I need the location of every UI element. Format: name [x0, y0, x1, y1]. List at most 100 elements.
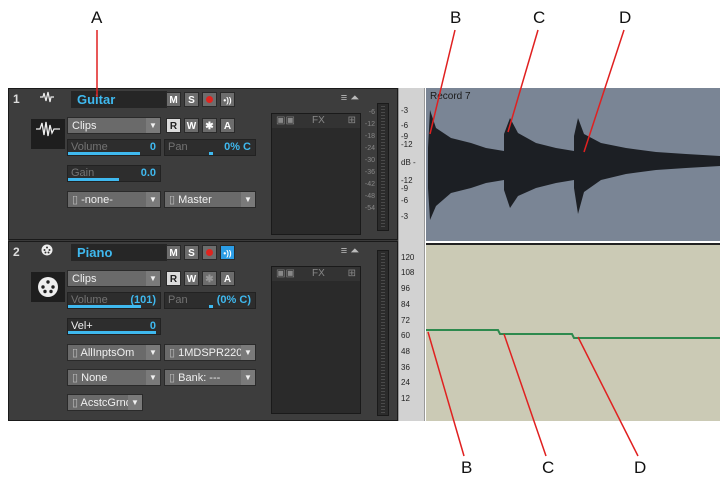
track-menu-icon[interactable]: ≡ ⏶: [341, 245, 359, 258]
fx-bin[interactable]: ▣▣ FX ⊞: [271, 266, 361, 414]
write-automation-button[interactable]: W: [184, 271, 199, 286]
vertical-ruler: -3 -6 -9 -12 dB - -12 -9 -6 -3 120 108 9…: [398, 88, 425, 421]
pan-value: 0% C: [224, 141, 251, 153]
meter-tick: -30: [364, 157, 375, 164]
input-echo-button[interactable]: •)): [220, 245, 235, 260]
ruler-label: 24: [401, 378, 410, 387]
chevron-down-icon: ▼: [146, 118, 160, 133]
solo-button[interactable]: S: [184, 245, 199, 260]
ruler-label: -12: [401, 140, 413, 149]
solo-button[interactable]: S: [184, 92, 199, 107]
pan-slider[interactable]: Pan 0% C: [164, 139, 256, 156]
chevron-down-icon: ▼: [241, 370, 255, 385]
output-icon: ▯: [169, 194, 176, 206]
meter-tick: -48: [364, 193, 375, 200]
freeze-button[interactable]: ✱: [202, 271, 217, 286]
audio-track-icon: [31, 119, 65, 149]
bank-icon: ▯: [169, 372, 176, 384]
input-echo-button[interactable]: •)): [220, 92, 235, 107]
output-dropdown[interactable]: ▯ Master ▼: [164, 191, 256, 208]
archive-button[interactable]: A: [220, 118, 235, 133]
track-number: 1: [13, 92, 20, 106]
ruler-label: 96: [401, 284, 410, 293]
input-dropdown[interactable]: ▯ AllInptsOm ▼: [67, 344, 161, 361]
chevron-down-icon: ▼: [146, 345, 160, 360]
midi-clip[interactable]: [426, 243, 720, 421]
meter-scale: -6 -12 -18 -24 -30 -36 -42 -48 -54: [361, 107, 375, 215]
volume-fill: [68, 152, 140, 155]
fx-header: ▣▣ FX ⊞: [272, 267, 360, 281]
audio-waveform: [428, 110, 720, 220]
clips-dropdown[interactable]: Clips ▼: [67, 117, 161, 134]
track-number: 2: [13, 245, 20, 259]
volume-fill: [68, 305, 141, 308]
read-automation-button[interactable]: R: [166, 118, 181, 133]
mute-button[interactable]: M: [166, 92, 181, 107]
ruler-label: 48: [401, 347, 410, 356]
patch-dropdown[interactable]: ▯ AcstcGrndP ▼: [67, 394, 143, 411]
freeze-button[interactable]: ✱: [202, 118, 217, 133]
audio-clip[interactable]: Record 7: [426, 88, 720, 241]
fx-add-icon[interactable]: ⊞: [348, 267, 356, 281]
channel-value: None: [81, 372, 108, 384]
meter-tick: -24: [364, 145, 375, 152]
clips-dropdown[interactable]: Clips ▼: [67, 270, 161, 287]
track-name[interactable]: Piano: [71, 244, 167, 261]
chevron-down-icon: ▼: [241, 345, 255, 360]
callout-d-bottom: D: [634, 458, 647, 477]
record-arm-button[interactable]: [202, 92, 217, 107]
bank-dropdown[interactable]: ▯ Bank: --- ▼: [164, 369, 256, 386]
ruler-label: 72: [401, 316, 410, 325]
fx-bin[interactable]: ▣▣ FX ⊞: [271, 113, 361, 235]
gain-slider[interactable]: Gain 0.0: [67, 165, 161, 182]
meter-tick: -12: [364, 121, 375, 128]
output-dropdown[interactable]: ▯ 1MDSPR220 ▼: [164, 344, 256, 361]
chevron-down-icon: ▼: [146, 271, 160, 286]
gain-fill: [68, 178, 119, 181]
audio-waveform-icon: [39, 91, 55, 105]
patch-icon: ▯: [72, 397, 79, 409]
fx-bypass-icon[interactable]: ▣▣: [276, 267, 295, 281]
ruler-label: 12: [401, 394, 410, 403]
ruler-label: -6: [401, 121, 409, 130]
track-name[interactable]: Guitar: [71, 91, 167, 108]
write-automation-button[interactable]: W: [184, 118, 199, 133]
ruler-label: -3: [401, 106, 409, 115]
read-automation-button[interactable]: R: [166, 271, 181, 286]
track-2[interactable]: 2 Piano M S •)) ≡ ⏶ Clips ▼ R W ✱ A Volu…: [8, 241, 398, 421]
volume-value: 0: [149, 141, 156, 153]
record-arm-button[interactable]: [202, 245, 217, 260]
mute-button[interactable]: M: [166, 245, 181, 260]
clips-dropdown-label: Clips: [72, 120, 97, 132]
level-meter: [377, 103, 389, 231]
volume-slider[interactable]: Volume 0: [67, 139, 161, 156]
ruler-label: -6: [401, 196, 409, 205]
pan-marker: [209, 152, 213, 155]
volume-slider[interactable]: Volume (101): [67, 292, 161, 309]
ruler-label: 60: [401, 331, 410, 340]
pan-value: (0% C): [216, 294, 251, 306]
track-menu-icon[interactable]: ≡ ⏶: [341, 92, 359, 105]
callout-c-bottom: C: [542, 458, 555, 477]
meter-tick: -36: [364, 169, 375, 176]
fx-label: FX: [312, 115, 325, 126]
track-pane: 1 Guitar M S •)) ≡ ⏶ Clips ▼ R W ✱ A Vol…: [8, 88, 398, 421]
archive-button[interactable]: A: [220, 271, 235, 286]
pan-marker: [209, 305, 213, 308]
callout-a: A: [91, 8, 103, 27]
fx-bypass-icon[interactable]: ▣▣: [276, 114, 295, 128]
ruler-label: dB -: [401, 158, 416, 167]
input-dropdown[interactable]: ▯ -none- ▼: [67, 191, 161, 208]
fx-add-icon[interactable]: ⊞: [348, 114, 356, 128]
callout-b-bottom: B: [461, 458, 473, 477]
level-meter: [377, 250, 389, 416]
meter-tick: -54: [364, 205, 375, 212]
channel-dropdown[interactable]: ▯ None ▼: [67, 369, 161, 386]
velocity-slider[interactable]: Vel+ 0: [67, 318, 161, 335]
pan-slider[interactable]: Pan (0% C): [164, 292, 256, 309]
bank-value: Bank: ---: [178, 372, 221, 384]
pan-label: Pan: [168, 294, 188, 306]
output-icon: ▯: [169, 347, 176, 359]
track-1[interactable]: 1 Guitar M S •)) ≡ ⏶ Clips ▼ R W ✱ A Vol…: [8, 88, 398, 240]
meter-tick: -42: [364, 181, 375, 188]
